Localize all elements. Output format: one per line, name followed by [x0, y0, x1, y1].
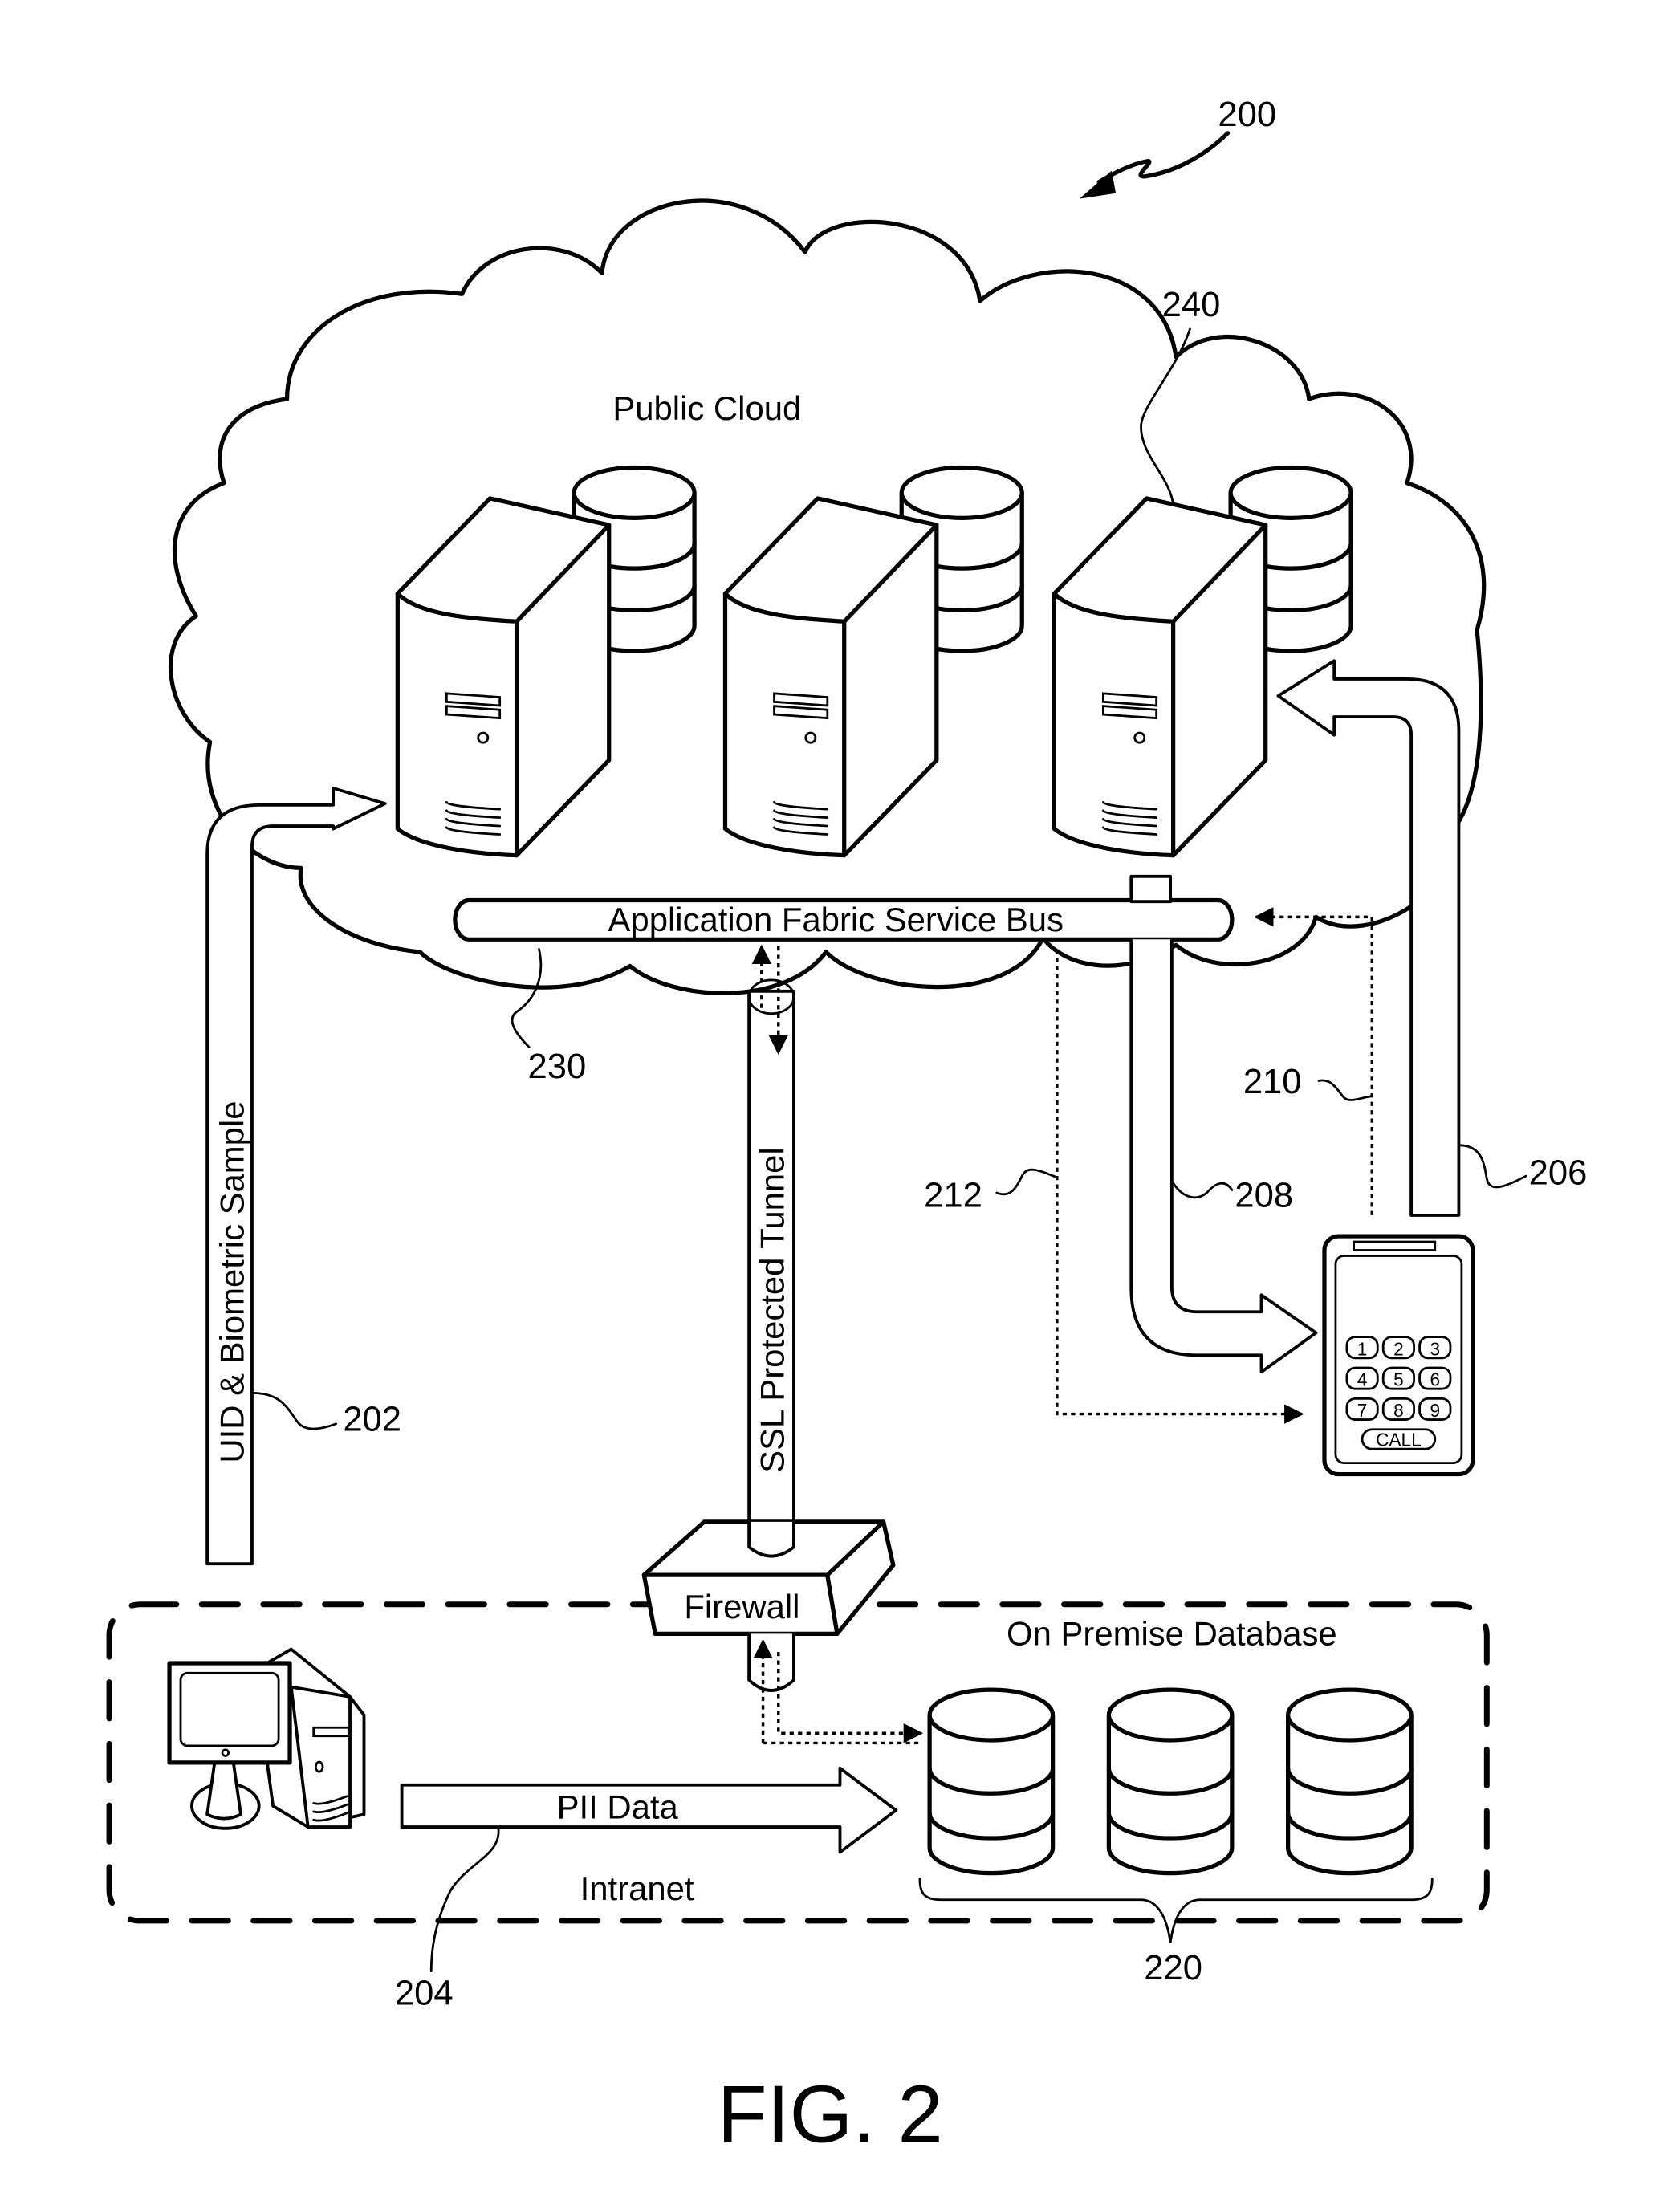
figure-caption: FIG. 2: [718, 2069, 943, 2160]
on-premise-database-brace: [918, 1878, 1434, 1944]
cloud-leader-line: [1140, 327, 1191, 506]
on-premise-database-reference: 220: [1144, 1949, 1202, 1987]
device-key-label: 6: [1430, 1369, 1440, 1390]
figure-reference-number: 200: [1218, 96, 1276, 134]
flow-206-leader: [1458, 1144, 1527, 1189]
device-key-label: 7: [1357, 1400, 1368, 1421]
device-key-label: 9: [1430, 1400, 1440, 1421]
device-key-label: 5: [1393, 1369, 1404, 1390]
flow-202-leader: [250, 1392, 337, 1430]
flow-server-to-device-stub: [1129, 874, 1173, 904]
figure-2-diagram: 200 Public Cloud 240 206 Application Fab…: [106, 96, 1588, 2160]
on-premise-database-icon: [1106, 1687, 1235, 1876]
intranet-label: Intranet: [580, 1869, 694, 1907]
flow-server-to-device-arrow: [1129, 939, 1318, 1374]
figure-reference-arrow-icon: [1079, 131, 1231, 199]
flow-pii-data-label: PII Data: [557, 1788, 679, 1826]
server-tower-icon: [395, 496, 612, 858]
flow-device-to-bus-reference: 210: [1243, 1063, 1302, 1101]
on-premise-database-label: On Premise Database: [1007, 1614, 1337, 1652]
flow-server-to-device-reference: 208: [1235, 1176, 1293, 1214]
cloud-server-3: [1052, 465, 1353, 858]
intranet-computer-icon: [167, 1647, 366, 1830]
device-call-key: CALL: [1376, 1430, 1422, 1450]
service-bus-label: Application Fabric Service Bus: [608, 901, 1064, 938]
server-tower-icon: [1052, 496, 1268, 858]
flow-208-leader: [1172, 1182, 1234, 1199]
flow-pii-data-reference: 204: [395, 1975, 454, 2013]
firewall-label: Firewall: [684, 1588, 799, 1625]
flow-204-leader: [429, 1827, 500, 1973]
on-premise-database-icon: [1286, 1687, 1414, 1876]
flow-bus-to-device-reference: 212: [924, 1176, 982, 1214]
firewall: Firewall: [641, 1519, 896, 1637]
on-premise-database-icon: [927, 1687, 1056, 1876]
flow-210-leader: [1317, 1079, 1373, 1101]
firewall-to-db-line-out: [777, 1652, 924, 1743]
public-cloud-label: Public Cloud: [612, 389, 801, 427]
cloud-server-2: [722, 465, 1024, 858]
device-key-label: 1: [1357, 1338, 1368, 1359]
ssl-tunnel: SSL Protected Tunnel: [747, 944, 795, 1564]
service-bus-leader: [511, 948, 543, 1049]
device-keypad: 1 2 3 4 5 6 7 8 9: [1345, 1336, 1452, 1421]
service-bus: Application Fabric Service Bus: [453, 897, 1235, 942]
firewall-lower-pipe: [747, 1633, 795, 1692]
flow-device-to-server-reference: 206: [1529, 1154, 1588, 1193]
flow-uid-biometric-label: UID & Biometric Sample: [213, 1101, 250, 1463]
mobile-device: 1 2 3 4 5 6 7 8 9 CALL: [1322, 1234, 1475, 1477]
server-tower-icon: [722, 496, 939, 858]
device-key-label: 2: [1393, 1338, 1404, 1359]
flow-uid-biometric-reference: 202: [343, 1400, 401, 1438]
ssl-tunnel-label: SSL Protected Tunnel: [754, 1147, 791, 1473]
device-key-label: 8: [1393, 1400, 1404, 1421]
device-key-label: 4: [1357, 1369, 1368, 1390]
on-premise-databases: [927, 1687, 1414, 1876]
service-bus-reference-number: 230: [528, 1048, 587, 1086]
device-key-label: 3: [1430, 1338, 1440, 1359]
cloud-reference-number: 240: [1162, 286, 1221, 324]
cloud-server-1: [395, 465, 697, 858]
flow-212-leader: [995, 1168, 1059, 1196]
